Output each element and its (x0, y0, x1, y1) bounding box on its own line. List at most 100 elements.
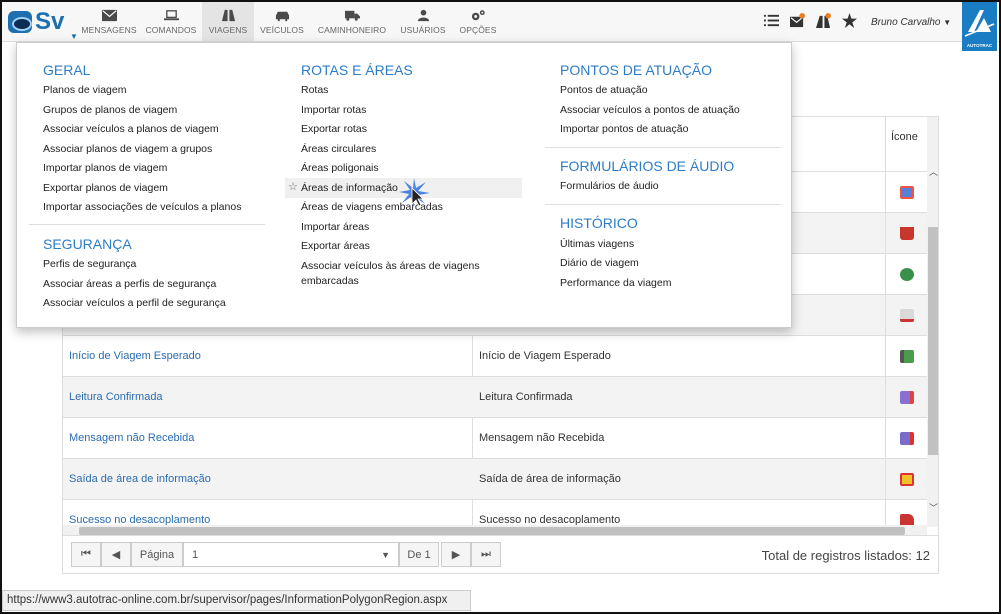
menu-item[interactable]: Exportar rotas (301, 123, 367, 135)
menu-item[interactable]: Perfis de segurança (43, 258, 136, 270)
nav-veiculos[interactable]: VEÍCULOS (254, 2, 310, 41)
toolbar-icons (764, 13, 857, 28)
event-name-link[interactable]: Saída de área de informação (69, 473, 211, 485)
menu-item[interactable]: Exportar áreas (301, 240, 370, 252)
menu-item[interactable]: Últimas viagens (560, 238, 634, 250)
brand-text: AUTOTRAC (966, 43, 993, 48)
star-icon[interactable] (842, 13, 857, 28)
nav-viagens[interactable]: VIAGENS (202, 2, 254, 41)
mail-alert-icon[interactable] (790, 13, 805, 28)
event-description: Início de Viagem Esperado (479, 350, 611, 362)
scroll-down-icon[interactable]: ﹀ (929, 501, 938, 514)
vertical-scrollbar[interactable]: ︿ ﹀ (927, 117, 938, 527)
menu-separator (545, 204, 781, 205)
nav-usuarios[interactable]: USUÁRIOS (394, 2, 452, 41)
event-icon (899, 268, 914, 281)
caret-down-icon: ▼ (70, 32, 78, 41)
road-icon (221, 9, 235, 21)
car-icon (275, 11, 289, 21)
total-records: Total de registros listados: 12 (761, 548, 930, 563)
logo-eye-icon (8, 11, 32, 33)
app-logo[interactable]: Sv ▼ (6, 6, 78, 41)
horizontal-scrollbar[interactable] (63, 525, 927, 535)
menu-item[interactable]: Associar áreas a perfis de segurança (43, 278, 216, 290)
last-page-button[interactable]: ⏭ (471, 542, 501, 567)
menu-item-continued[interactable]: embarcadas (301, 275, 359, 287)
event-name-link[interactable]: Início de Viagem Esperado (69, 350, 201, 362)
menu-item[interactable]: Associar veículos às áreas de viagens (301, 260, 480, 272)
nav-label: CAMINHONEIRO (317, 24, 387, 35)
nav-opcoes[interactable]: OPÇÕES (452, 2, 504, 41)
table-row[interactable]: Leitura Confirmada Leitura Confirmada (63, 376, 927, 418)
logo-text: Sv (35, 8, 65, 35)
nav-comandos[interactable]: COMANDOS (140, 2, 202, 41)
user-menu[interactable]: Bruno Carvalho ▼ (871, 17, 951, 28)
menu-item[interactable]: Importar associações de veículos a plano… (43, 201, 241, 213)
menu-separator (29, 224, 265, 225)
first-page-button[interactable]: ⏮ (71, 542, 101, 567)
prev-page-button[interactable]: ◀ (101, 542, 131, 567)
page-label: Página (131, 542, 183, 567)
brand-mark-icon (964, 10, 995, 37)
table-row[interactable]: Início de Viagem Esperado Início de Viag… (63, 335, 927, 377)
menu-item[interactable]: Importar rotas (301, 104, 366, 116)
table-row[interactable]: Saída de área de informação Saída de áre… (63, 458, 927, 500)
nav-label: OPÇÕES (459, 24, 497, 35)
event-icon (899, 186, 914, 199)
section-title-seguranca: SEGURANÇA (43, 236, 132, 252)
menu-item[interactable]: Grupos de planos de viagem (43, 104, 177, 116)
gears-icon (471, 9, 485, 20)
menu-item[interactable]: Áreas poligonais (301, 162, 379, 174)
menu-separator (545, 147, 781, 148)
pagination-bar: ⏮ ◀ Página 1 ▼ De 1 ▶ ⏭ Total de registr… (62, 536, 939, 574)
road-alert-icon[interactable] (816, 13, 831, 28)
menu-item[interactable]: Associar veículos a planos de viagem (43, 123, 219, 135)
menu-item[interactable]: Importar planos de viagem (43, 162, 167, 174)
user-name: Bruno Carvalho (871, 17, 941, 28)
section-title-formularios: FORMULÁRIOS DE ÁUDIO (560, 158, 735, 174)
next-page-button[interactable]: ▶ (441, 542, 471, 567)
main-nav: MENSAGENS COMANDOS VIAGENS VEÍCULOS CAMI… (78, 2, 504, 41)
nav-label: VIAGENS (208, 24, 248, 35)
list-icon[interactable] (764, 13, 779, 28)
nav-label: MENSAGENS (81, 24, 137, 35)
area-exit-icon (899, 473, 914, 486)
table-row[interactable]: Mensagem não Recebida Mensagem não Receb… (63, 417, 927, 459)
menu-item[interactable]: Associar planos de viagem a grupos (43, 143, 212, 155)
message-not-received-icon (899, 432, 914, 445)
event-description: Leitura Confirmada (479, 391, 573, 403)
event-description: Saída de área de informação (479, 473, 621, 485)
event-description: Mensagem não Recebida (479, 432, 605, 444)
truck-icon (344, 10, 360, 21)
menu-item[interactable]: Formulários de áudio (560, 180, 659, 192)
menu-item[interactable]: Associar veículos a pontos de atuação (560, 104, 740, 116)
page-select[interactable]: 1 ▼ (183, 542, 399, 567)
menu-item[interactable]: Diário de viagem (560, 257, 639, 269)
menu-item[interactable]: Pontos de atuação (560, 84, 648, 96)
browser-status-url: https://www3.autotrac-online.com.br/supe… (2, 590, 471, 611)
menu-item[interactable]: Planos de viagem (43, 84, 126, 96)
menu-item-areas-informacao[interactable]: Áreas de informação (301, 182, 398, 194)
menu-item[interactable]: Rotas (301, 84, 328, 96)
menu-item[interactable]: Exportar planos de viagem (43, 182, 168, 194)
menu-item[interactable]: Importar pontos de atuação (560, 123, 688, 135)
menu-item[interactable]: Performance da viagem (560, 277, 671, 289)
favorite-star-icon[interactable]: ☆ (288, 180, 298, 193)
icon-column-header[interactable]: Ícone (885, 117, 927, 171)
menu-item[interactable]: Áreas circulares (301, 143, 376, 155)
user-icon (417, 9, 429, 21)
menu-item[interactable]: Importar áreas (301, 221, 369, 233)
nav-label: COMANDOS (145, 24, 197, 35)
nav-mensagens[interactable]: MENSAGENS (78, 2, 140, 41)
section-title-pontos: PONTOS DE ATUAÇÃO (560, 62, 712, 78)
scroll-up-icon[interactable]: ︿ (929, 165, 938, 178)
event-name-link[interactable]: Mensagem não Recebida (69, 432, 194, 444)
event-icon (899, 227, 914, 240)
event-name-link[interactable]: Leitura Confirmada (69, 391, 163, 403)
scroll-thumb[interactable] (928, 227, 938, 455)
menu-item[interactable]: Associar veículos a perfil de segurança (43, 297, 226, 309)
scroll-thumb[interactable] (79, 527, 905, 535)
nav-caminhoneiro[interactable]: CAMINHONEIRO (310, 2, 394, 41)
top-navbar: Sv ▼ MENSAGENS COMANDOS VIAGENS VEÍCULOS… (2, 2, 999, 42)
of-pages-label: De 1 (399, 542, 439, 567)
